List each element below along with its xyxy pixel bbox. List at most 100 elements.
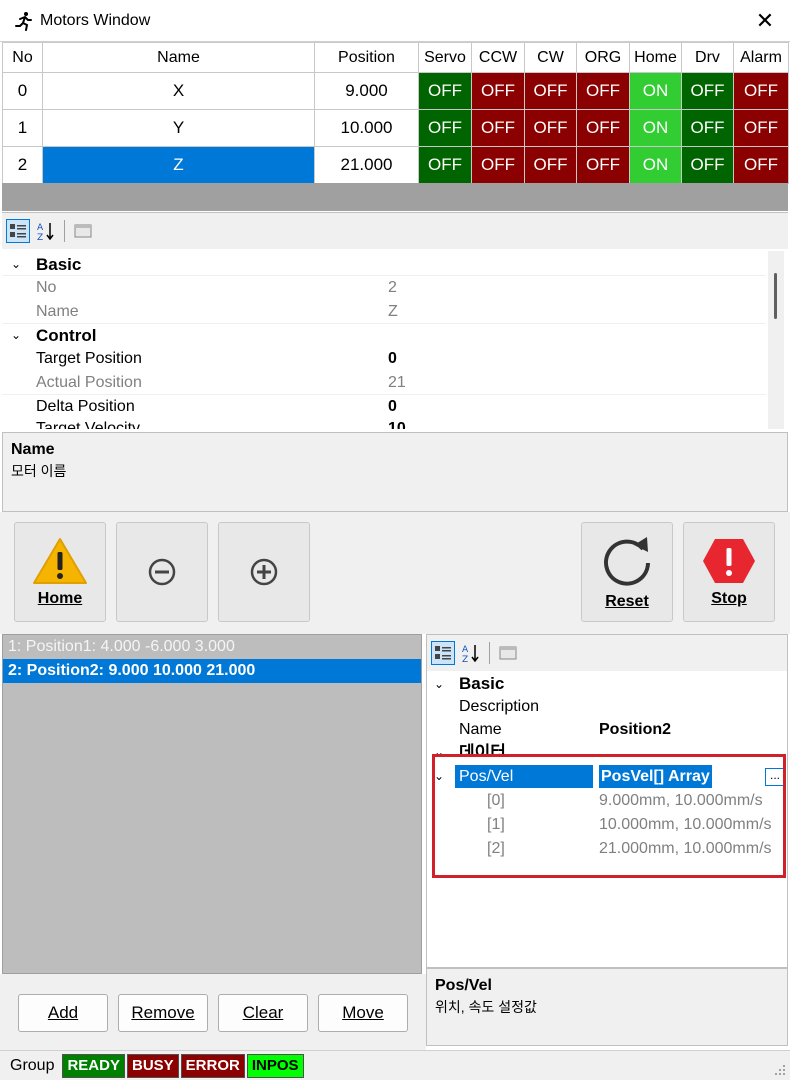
col-header-alarm[interactable]: Alarm (733, 42, 789, 73)
cell-name[interactable]: Y (42, 109, 315, 147)
chevron-down-icon[interactable]: ⌄ (429, 769, 449, 783)
resize-grip-icon[interactable] (774, 1064, 786, 1076)
categorized-view-icon[interactable] (431, 641, 455, 665)
reset-button[interactable]: Reset (581, 522, 673, 622)
sort-alphabetical-icon[interactable]: AZ (459, 641, 483, 665)
cell-position[interactable]: 10.000 (314, 109, 419, 147)
cell-alarm[interactable]: OFF (733, 109, 789, 147)
cell-org[interactable]: OFF (576, 109, 630, 147)
prop-label-no: No (36, 279, 57, 296)
cell-cw[interactable]: OFF (524, 72, 577, 110)
scrollbar-thumb[interactable] (774, 273, 777, 319)
prop-value-posvel[interactable]: PosVel[] Array (599, 765, 712, 788)
prop-value-target-velocity[interactable]: 10 (388, 417, 406, 429)
prop-label-name: Name (36, 303, 79, 320)
status-badge-error: ERROR (180, 1053, 245, 1078)
array-item-value[interactable]: 10.000mm, 10.000mm/s (599, 813, 772, 836)
action-bar: Home Reset Stop (0, 512, 790, 634)
close-icon[interactable]: ✕ (752, 8, 778, 34)
prop-value-actual-position[interactable]: 21 (388, 371, 406, 394)
remove-button[interactable]: Remove (118, 994, 208, 1032)
add-button[interactable]: Add (18, 994, 108, 1032)
col-header-servo[interactable]: Servo (418, 42, 472, 73)
move-button[interactable]: Move (318, 994, 408, 1032)
cell-no[interactable]: 1 (2, 109, 43, 147)
stop-button[interactable]: Stop (683, 522, 775, 622)
array-item-value[interactable]: 21.000mm, 10.000mm/s (599, 837, 772, 860)
category-basic[interactable]: Basic (36, 253, 81, 276)
cell-home[interactable]: ON (629, 146, 682, 184)
property-grid-body: ⌄ Basic Description Name Position2 ⌄ 데이터… (427, 671, 787, 967)
prop-value-name[interactable]: Position2 (599, 718, 671, 741)
cell-ccw[interactable]: OFF (471, 109, 525, 147)
clear-button[interactable]: Clear (218, 994, 308, 1032)
col-header-name[interactable]: Name (42, 42, 315, 73)
cell-home[interactable]: ON (629, 109, 682, 147)
jog-plus-button[interactable] (218, 522, 310, 622)
cell-ccw[interactable]: OFF (471, 72, 525, 110)
positions-list[interactable]: 1: Position1: 4.000 -6.000 3.000 2: Posi… (2, 634, 422, 974)
category-data[interactable]: 데이터 (459, 741, 506, 755)
chevron-down-icon[interactable]: ⌄ (6, 257, 26, 271)
cell-home[interactable]: ON (629, 72, 682, 110)
table-row[interactable]: 0 X 9.000 OFF OFF OFF OFF ON OFF OFF (2, 72, 789, 110)
property-pages-icon[interactable] (71, 219, 95, 243)
ellipsis-button[interactable]: ... (765, 768, 785, 786)
cell-servo[interactable]: OFF (418, 146, 472, 184)
col-header-cw[interactable]: CW (524, 42, 577, 73)
sort-alphabetical-icon[interactable]: AZ (34, 219, 58, 243)
col-header-org[interactable]: ORG (576, 42, 630, 73)
cell-cw[interactable]: OFF (524, 109, 577, 147)
table-row[interactable]: 1 Y 10.000 OFF OFF OFF OFF ON OFF OFF (2, 109, 789, 147)
chevron-down-icon[interactable]: ⌄ (429, 677, 449, 691)
prop-value-delta-position[interactable]: 0 (388, 395, 397, 418)
array-item-value[interactable]: 9.000mm, 10.000mm/s (599, 789, 763, 812)
cell-org[interactable]: OFF (576, 146, 630, 184)
cell-name-selected[interactable]: Z (42, 146, 315, 184)
list-item-selected[interactable]: 2: Position2: 9.000 10.000 21.000 (3, 659, 421, 683)
cell-name[interactable]: X (42, 72, 315, 110)
cell-drv[interactable]: OFF (681, 109, 734, 147)
svg-text:Z: Z (462, 655, 468, 663)
prop-label-name: Name (459, 721, 502, 738)
cell-drv[interactable]: OFF (681, 72, 734, 110)
cell-cw[interactable]: OFF (524, 146, 577, 184)
grid-empty-area (2, 183, 788, 211)
chevron-down-icon[interactable]: ⌄ (429, 745, 449, 759)
prop-value-name[interactable]: Z (388, 300, 398, 323)
motors-grid: No Name Position Servo CCW CW ORG Home D… (2, 42, 789, 184)
prop-label-posvel[interactable]: Pos/Vel (455, 765, 593, 788)
array-item-index: [1] (487, 816, 505, 833)
cell-org[interactable]: OFF (576, 72, 630, 110)
col-header-home[interactable]: Home (629, 42, 682, 73)
chevron-down-icon[interactable]: ⌄ (6, 328, 26, 342)
cell-alarm[interactable]: OFF (733, 72, 789, 110)
home-button[interactable]: Home (14, 522, 106, 622)
cell-alarm[interactable]: OFF (733, 146, 789, 184)
cell-no[interactable]: 0 (2, 72, 43, 110)
svg-text:Z: Z (37, 233, 43, 241)
prop-value-target-position[interactable]: 0 (388, 347, 397, 370)
col-header-ccw[interactable]: CCW (471, 42, 525, 73)
cell-no[interactable]: 2 (2, 146, 43, 184)
list-item[interactable]: 1: Position1: 4.000 -6.000 3.000 (3, 635, 421, 659)
property-grid-toolbar: AZ (427, 635, 787, 671)
cell-servo[interactable]: OFF (418, 72, 472, 110)
category-control[interactable]: Control (36, 324, 96, 347)
table-row[interactable]: 2 Z 21.000 OFF OFF OFF OFF ON OFF OFF (2, 146, 789, 184)
vertical-scrollbar[interactable] (768, 251, 784, 429)
list-button-bar: Add Remove Clear Move (0, 974, 426, 1050)
cell-servo[interactable]: OFF (418, 109, 472, 147)
cell-ccw[interactable]: OFF (471, 146, 525, 184)
categorized-view-icon[interactable] (6, 219, 30, 243)
jog-minus-button[interactable] (116, 522, 208, 622)
cell-position[interactable]: 21.000 (314, 146, 419, 184)
col-header-position[interactable]: Position (314, 42, 419, 73)
property-pages-icon[interactable] (496, 641, 520, 665)
prop-value-no[interactable]: 2 (388, 276, 397, 299)
col-header-drv[interactable]: Drv (681, 42, 734, 73)
col-header-no[interactable]: No (2, 42, 43, 73)
category-basic[interactable]: Basic (459, 672, 504, 695)
cell-drv[interactable]: OFF (681, 146, 734, 184)
cell-position[interactable]: 9.000 (314, 72, 419, 110)
